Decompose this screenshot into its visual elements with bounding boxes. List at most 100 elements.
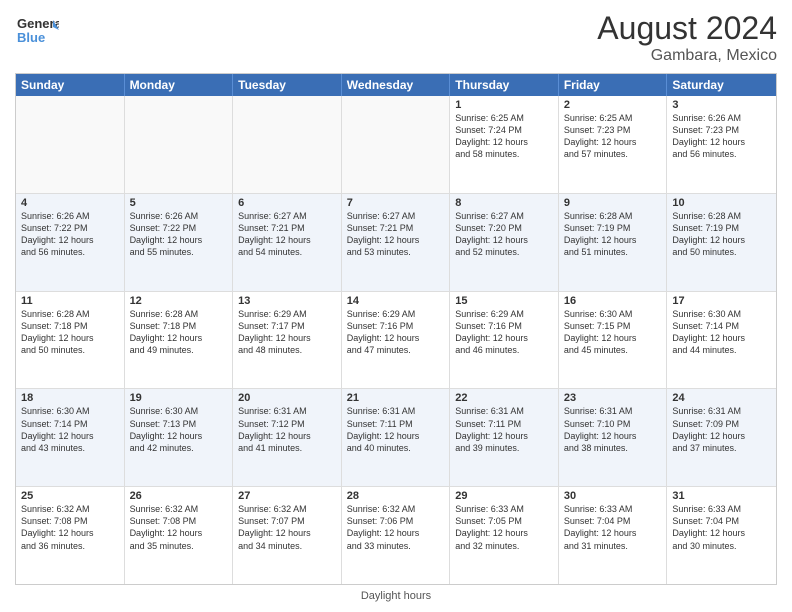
calendar-header: SundayMondayTuesdayWednesdayThursdayFrid… xyxy=(16,74,776,96)
cal-cell: 4Sunrise: 6:26 AM Sunset: 7:22 PM Daylig… xyxy=(16,194,125,291)
cal-cell: 31Sunrise: 6:33 AM Sunset: 7:04 PM Dayli… xyxy=(667,487,776,584)
cell-text: Sunrise: 6:28 AM Sunset: 7:18 PM Dayligh… xyxy=(130,308,228,357)
cell-text: Sunrise: 6:30 AM Sunset: 7:14 PM Dayligh… xyxy=(672,308,771,357)
cell-text: Sunrise: 6:27 AM Sunset: 7:20 PM Dayligh… xyxy=(455,210,553,259)
day-number: 27 xyxy=(238,490,336,502)
cal-cell: 27Sunrise: 6:32 AM Sunset: 7:07 PM Dayli… xyxy=(233,487,342,584)
cal-cell: 25Sunrise: 6:32 AM Sunset: 7:08 PM Dayli… xyxy=(16,487,125,584)
day-number: 16 xyxy=(564,295,662,307)
day-number: 15 xyxy=(455,295,553,307)
page: General Blue August 2024 Gambara, Mexico… xyxy=(0,0,792,612)
day-number: 23 xyxy=(564,392,662,404)
cal-cell: 30Sunrise: 6:33 AM Sunset: 7:04 PM Dayli… xyxy=(559,487,668,584)
day-number: 3 xyxy=(672,99,771,111)
cal-cell: 26Sunrise: 6:32 AM Sunset: 7:08 PM Dayli… xyxy=(125,487,234,584)
cell-text: Sunrise: 6:30 AM Sunset: 7:15 PM Dayligh… xyxy=(564,308,662,357)
day-number: 12 xyxy=(130,295,228,307)
cal-cell: 11Sunrise: 6:28 AM Sunset: 7:18 PM Dayli… xyxy=(16,292,125,389)
cal-cell: 12Sunrise: 6:28 AM Sunset: 7:18 PM Dayli… xyxy=(125,292,234,389)
cell-text: Sunrise: 6:29 AM Sunset: 7:16 PM Dayligh… xyxy=(347,308,445,357)
cal-cell: 18Sunrise: 6:30 AM Sunset: 7:14 PM Dayli… xyxy=(16,389,125,486)
cell-text: Sunrise: 6:31 AM Sunset: 7:11 PM Dayligh… xyxy=(347,405,445,454)
cell-text: Sunrise: 6:28 AM Sunset: 7:19 PM Dayligh… xyxy=(564,210,662,259)
cell-text: Sunrise: 6:26 AM Sunset: 7:22 PM Dayligh… xyxy=(21,210,119,259)
cell-text: Sunrise: 6:29 AM Sunset: 7:17 PM Dayligh… xyxy=(238,308,336,357)
cal-cell: 13Sunrise: 6:29 AM Sunset: 7:17 PM Dayli… xyxy=(233,292,342,389)
day-number: 11 xyxy=(21,295,119,307)
day-number: 17 xyxy=(672,295,771,307)
header-day-friday: Friday xyxy=(559,74,668,96)
cell-text: Sunrise: 6:32 AM Sunset: 7:08 PM Dayligh… xyxy=(130,503,228,552)
cell-text: Sunrise: 6:33 AM Sunset: 7:04 PM Dayligh… xyxy=(564,503,662,552)
cal-cell: 17Sunrise: 6:30 AM Sunset: 7:14 PM Dayli… xyxy=(667,292,776,389)
cal-cell xyxy=(342,96,451,193)
svg-text:General: General xyxy=(17,16,59,31)
cal-cell: 7Sunrise: 6:27 AM Sunset: 7:21 PM Daylig… xyxy=(342,194,451,291)
cal-cell: 8Sunrise: 6:27 AM Sunset: 7:20 PM Daylig… xyxy=(450,194,559,291)
calendar-row-2: 4Sunrise: 6:26 AM Sunset: 7:22 PM Daylig… xyxy=(16,194,776,292)
cell-text: Sunrise: 6:32 AM Sunset: 7:06 PM Dayligh… xyxy=(347,503,445,552)
cell-text: Sunrise: 6:26 AM Sunset: 7:23 PM Dayligh… xyxy=(672,112,771,161)
cell-text: Sunrise: 6:31 AM Sunset: 7:09 PM Dayligh… xyxy=(672,405,771,454)
cell-text: Sunrise: 6:32 AM Sunset: 7:07 PM Dayligh… xyxy=(238,503,336,552)
cal-cell: 2Sunrise: 6:25 AM Sunset: 7:23 PM Daylig… xyxy=(559,96,668,193)
day-number: 24 xyxy=(672,392,771,404)
header-day-thursday: Thursday xyxy=(450,74,559,96)
cell-text: Sunrise: 6:33 AM Sunset: 7:05 PM Dayligh… xyxy=(455,503,553,552)
day-number: 7 xyxy=(347,197,445,209)
cell-text: Sunrise: 6:27 AM Sunset: 7:21 PM Dayligh… xyxy=(347,210,445,259)
calendar: SundayMondayTuesdayWednesdayThursdayFrid… xyxy=(15,73,777,585)
day-number: 30 xyxy=(564,490,662,502)
day-number: 26 xyxy=(130,490,228,502)
cal-cell: 16Sunrise: 6:30 AM Sunset: 7:15 PM Dayli… xyxy=(559,292,668,389)
cal-cell: 3Sunrise: 6:26 AM Sunset: 7:23 PM Daylig… xyxy=(667,96,776,193)
day-number: 22 xyxy=(455,392,553,404)
header-day-tuesday: Tuesday xyxy=(233,74,342,96)
cell-text: Sunrise: 6:28 AM Sunset: 7:18 PM Dayligh… xyxy=(21,308,119,357)
footer-note: Daylight hours xyxy=(15,590,777,602)
logo: General Blue xyxy=(15,10,59,54)
cal-cell: 15Sunrise: 6:29 AM Sunset: 7:16 PM Dayli… xyxy=(450,292,559,389)
day-number: 31 xyxy=(672,490,771,502)
cell-text: Sunrise: 6:26 AM Sunset: 7:22 PM Dayligh… xyxy=(130,210,228,259)
header-day-sunday: Sunday xyxy=(16,74,125,96)
cell-text: Sunrise: 6:27 AM Sunset: 7:21 PM Dayligh… xyxy=(238,210,336,259)
header-day-saturday: Saturday xyxy=(667,74,776,96)
cal-cell: 10Sunrise: 6:28 AM Sunset: 7:19 PM Dayli… xyxy=(667,194,776,291)
day-number: 14 xyxy=(347,295,445,307)
day-number: 19 xyxy=(130,392,228,404)
cal-cell xyxy=(125,96,234,193)
cal-cell: 19Sunrise: 6:30 AM Sunset: 7:13 PM Dayli… xyxy=(125,389,234,486)
header: General Blue August 2024 Gambara, Mexico xyxy=(15,10,777,65)
day-number: 10 xyxy=(672,197,771,209)
cell-text: Sunrise: 6:32 AM Sunset: 7:08 PM Dayligh… xyxy=(21,503,119,552)
cal-cell: 29Sunrise: 6:33 AM Sunset: 7:05 PM Dayli… xyxy=(450,487,559,584)
calendar-row-4: 18Sunrise: 6:30 AM Sunset: 7:14 PM Dayli… xyxy=(16,389,776,487)
header-day-wednesday: Wednesday xyxy=(342,74,451,96)
day-number: 20 xyxy=(238,392,336,404)
cell-text: Sunrise: 6:30 AM Sunset: 7:13 PM Dayligh… xyxy=(130,405,228,454)
logo-svg: General Blue xyxy=(15,10,59,54)
cal-cell: 5Sunrise: 6:26 AM Sunset: 7:22 PM Daylig… xyxy=(125,194,234,291)
calendar-row-5: 25Sunrise: 6:32 AM Sunset: 7:08 PM Dayli… xyxy=(16,487,776,584)
day-number: 25 xyxy=(21,490,119,502)
cal-cell xyxy=(233,96,342,193)
cell-text: Sunrise: 6:30 AM Sunset: 7:14 PM Dayligh… xyxy=(21,405,119,454)
day-number: 18 xyxy=(21,392,119,404)
day-number: 2 xyxy=(564,99,662,111)
cell-text: Sunrise: 6:25 AM Sunset: 7:24 PM Dayligh… xyxy=(455,112,553,161)
subtitle: Gambara, Mexico xyxy=(597,47,777,65)
day-number: 21 xyxy=(347,392,445,404)
day-number: 5 xyxy=(130,197,228,209)
cal-cell xyxy=(16,96,125,193)
title-block: August 2024 Gambara, Mexico xyxy=(597,10,777,65)
cell-text: Sunrise: 6:29 AM Sunset: 7:16 PM Dayligh… xyxy=(455,308,553,357)
cal-cell: 23Sunrise: 6:31 AM Sunset: 7:10 PM Dayli… xyxy=(559,389,668,486)
cal-cell: 9Sunrise: 6:28 AM Sunset: 7:19 PM Daylig… xyxy=(559,194,668,291)
cell-text: Sunrise: 6:31 AM Sunset: 7:12 PM Dayligh… xyxy=(238,405,336,454)
main-title: August 2024 xyxy=(597,10,777,47)
cal-cell: 20Sunrise: 6:31 AM Sunset: 7:12 PM Dayli… xyxy=(233,389,342,486)
cal-cell: 14Sunrise: 6:29 AM Sunset: 7:16 PM Dayli… xyxy=(342,292,451,389)
cal-cell: 1Sunrise: 6:25 AM Sunset: 7:24 PM Daylig… xyxy=(450,96,559,193)
day-number: 6 xyxy=(238,197,336,209)
